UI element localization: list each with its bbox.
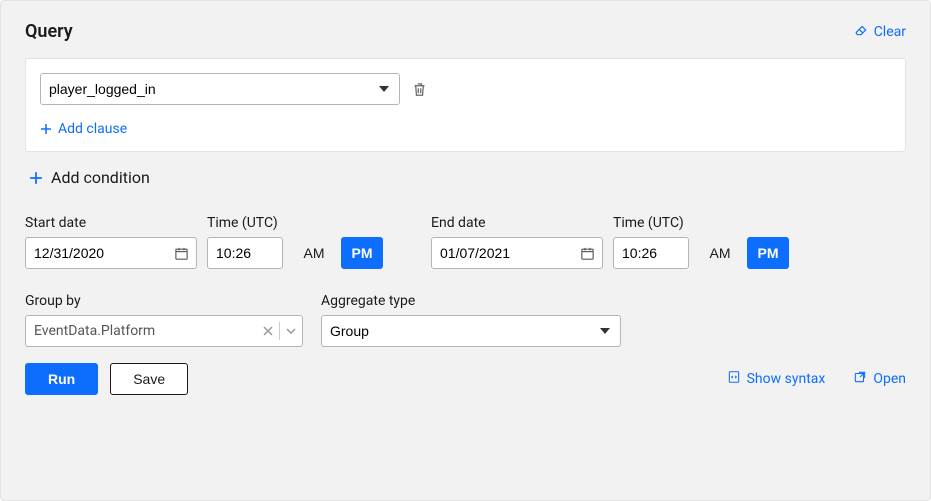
end-date-label: End date <box>431 215 603 231</box>
start-ampm-group: AM PM <box>293 237 383 269</box>
aggregate-label: Aggregate type <box>321 293 621 309</box>
start-date-input[interactable] <box>25 237 197 269</box>
end-ampm-group: AM PM <box>699 237 789 269</box>
query-panel: Query Clear player_logged_in <box>0 0 931 501</box>
run-button[interactable]: Run <box>25 363 98 395</box>
groupby-select[interactable]: EventData.Platform <box>25 315 303 347</box>
plus-icon <box>40 123 52 135</box>
start-datetime-group: Start date Time (UTC) AM PM <box>25 215 383 269</box>
footer-row: Run Save Show syntax Open <box>25 363 906 395</box>
groupby-aggregate-row: Group by EventData.Platform Aggregate ty… <box>25 293 906 347</box>
save-button[interactable]: Save <box>110 363 188 395</box>
show-syntax-button[interactable]: Show syntax <box>727 370 826 388</box>
end-date-input[interactable] <box>431 237 603 269</box>
start-am-button[interactable]: AM <box>293 237 335 269</box>
open-button[interactable]: Open <box>853 370 906 388</box>
end-pm-button[interactable]: PM <box>747 237 789 269</box>
start-date-label: Start date <box>25 215 197 231</box>
event-select[interactable]: player_logged_in <box>40 73 400 105</box>
aggregate-select[interactable]: Group <box>321 315 621 347</box>
close-icon[interactable] <box>257 316 279 346</box>
trash-icon[interactable] <box>412 82 427 97</box>
add-condition-label: Add condition <box>51 168 150 187</box>
start-time-label: Time (UTC) <box>207 215 283 231</box>
conditions-card: player_logged_in Add clause <box>25 58 906 152</box>
event-row: player_logged_in <box>40 73 891 105</box>
start-pm-button[interactable]: PM <box>341 237 383 269</box>
plus-icon <box>29 171 43 185</box>
groupby-label: Group by <box>25 293 303 309</box>
clear-button[interactable]: Clear <box>854 23 906 41</box>
chevron-down-icon[interactable] <box>280 316 302 346</box>
open-icon <box>853 370 867 388</box>
panel-header: Query Clear <box>1 1 930 58</box>
open-label: Open <box>873 371 906 387</box>
groupby-value: EventData.Platform <box>34 323 155 339</box>
end-am-button[interactable]: AM <box>699 237 741 269</box>
show-syntax-label: Show syntax <box>747 371 826 387</box>
add-condition-button[interactable]: Add condition <box>29 168 906 187</box>
clear-label: Clear <box>874 24 906 40</box>
end-time-label: Time (UTC) <box>613 215 689 231</box>
panel-title: Query <box>25 21 73 42</box>
add-clause-button[interactable]: Add clause <box>40 121 891 137</box>
add-clause-label: Add clause <box>58 121 127 137</box>
start-time-input[interactable] <box>207 237 283 269</box>
end-datetime-group: End date Time (UTC) AM PM <box>431 215 789 269</box>
eraser-icon <box>854 23 868 41</box>
end-time-input[interactable] <box>613 237 689 269</box>
datetime-row: Start date Time (UTC) AM PM End date <box>25 215 906 269</box>
code-icon <box>727 370 741 388</box>
